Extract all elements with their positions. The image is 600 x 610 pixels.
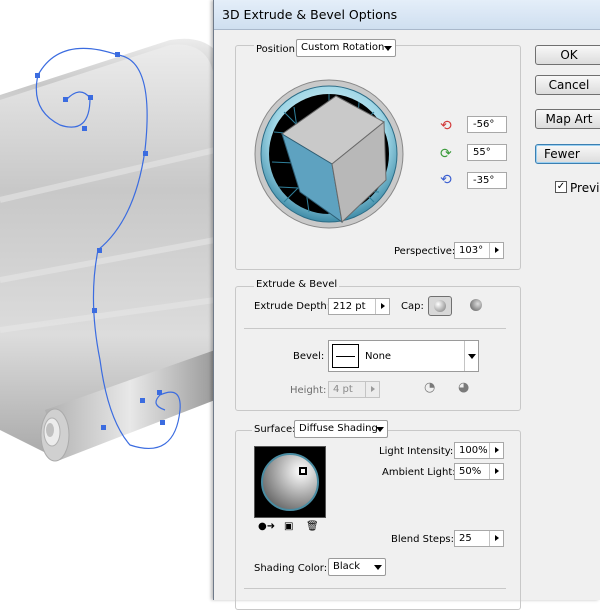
height-value: 4 pt xyxy=(333,384,353,395)
perspective-input[interactable]: 103° xyxy=(454,242,504,259)
perspective-label: Perspective: xyxy=(394,246,456,257)
z-rotation-value: -35° xyxy=(473,175,495,186)
perspective-value: 103° xyxy=(459,245,484,256)
extrude-depth-label: Extrude Depth: xyxy=(254,301,331,312)
bevel-out-icon[interactable]: ◔ xyxy=(424,380,442,398)
new-light-icon[interactable]: ▣ xyxy=(284,521,293,532)
bevel-value: None xyxy=(365,351,392,362)
bevel-dropdown[interactable]: None xyxy=(328,340,479,372)
y-rotation-value: 55° xyxy=(473,147,491,158)
fewer-options-button[interactable]: Fewer Opt xyxy=(535,144,600,164)
shading-color-dropdown[interactable]: Black xyxy=(328,558,386,576)
lighting-sphere-box[interactable] xyxy=(254,446,326,518)
delete-light-icon[interactable]: 🗑 xyxy=(306,521,319,532)
lighting-sphere xyxy=(261,453,319,511)
ambient-light-label: Ambient Light: xyxy=(382,467,456,478)
chevron-right-icon[interactable] xyxy=(489,531,503,546)
ambient-light-input[interactable]: 50% xyxy=(454,463,504,480)
x-rotation-input[interactable]: -56° xyxy=(467,116,507,133)
ok-button[interactable]: OK xyxy=(535,45,600,65)
light-intensity-input[interactable]: 100% xyxy=(454,442,504,459)
map-art-button[interactable]: Map Art xyxy=(535,109,600,129)
y-rotation-icon: ⟳ xyxy=(440,146,452,162)
chevron-right-icon[interactable] xyxy=(489,443,503,458)
cap-on-icon xyxy=(434,300,446,312)
position-label: Position: xyxy=(254,44,301,55)
extrude-depth-value: 212 pt xyxy=(333,301,366,312)
bevel-dropdown-arrow[interactable] xyxy=(464,341,478,371)
z-rotation-input[interactable]: -35° xyxy=(467,172,507,189)
rotation-trackball[interactable] xyxy=(254,72,404,232)
surface-dropdown[interactable]: Diffuse Shading xyxy=(294,420,388,438)
preview-label: Previe xyxy=(570,181,600,195)
cap-off-icon xyxy=(470,299,482,311)
scroll-artwork xyxy=(0,38,215,462)
blend-steps-input[interactable]: 25 xyxy=(454,530,504,547)
chevron-down-icon xyxy=(384,46,392,51)
bevel-in-icon[interactable]: ◕ xyxy=(458,380,476,398)
light-intensity-label: Light Intensity: xyxy=(379,446,454,457)
position-value: Custom Rotation xyxy=(301,42,385,53)
ambient-light-value: 50% xyxy=(459,466,482,477)
z-rotation-icon: ⟲ xyxy=(440,172,452,188)
surface-label: Surface: xyxy=(252,424,298,435)
chevron-right-icon[interactable] xyxy=(365,382,379,397)
shading-color-value: Black xyxy=(333,561,361,572)
chevron-down-icon xyxy=(376,427,384,432)
y-rotation-input[interactable]: 55° xyxy=(467,144,507,161)
surface-value: Diffuse Shading xyxy=(299,423,378,434)
dialog-title: 3D Extrude & Bevel Options xyxy=(222,7,398,22)
light-source-handle[interactable] xyxy=(299,467,307,475)
extrude-bevel-dialog: 3D Extrude & Bevel Options Position: Cus… xyxy=(213,0,600,610)
position-dropdown[interactable]: Custom Rotation xyxy=(296,39,396,57)
height-input[interactable]: 4 pt xyxy=(328,381,380,398)
extrude-section-label: Extrude & Bevel xyxy=(254,279,340,290)
chevron-down-icon xyxy=(374,565,382,570)
cancel-button[interactable]: Cancel xyxy=(535,75,600,95)
height-label: Height: xyxy=(290,385,327,396)
bevel-label: Bevel: xyxy=(293,351,325,362)
x-rotation-value: -56° xyxy=(473,119,495,130)
chevron-right-icon[interactable] xyxy=(489,464,503,479)
move-light-back-icon[interactable]: ●➜ xyxy=(258,521,275,532)
light-intensity-value: 100% xyxy=(459,445,488,456)
blend-steps-value: 25 xyxy=(459,533,472,544)
artboard[interactable] xyxy=(0,0,215,600)
cap-off-button[interactable] xyxy=(466,296,486,316)
separator xyxy=(244,588,506,589)
separator xyxy=(244,328,506,329)
bevel-preview xyxy=(332,344,359,368)
title-bar[interactable]: 3D Extrude & Bevel Options xyxy=(214,0,600,30)
shading-color-label: Shading Color: xyxy=(254,563,328,574)
cap-label: Cap: xyxy=(401,301,424,312)
blend-steps-label: Blend Steps: xyxy=(391,534,455,545)
x-rotation-icon: ⟲ xyxy=(440,118,452,134)
preview-checkbox[interactable]: ✓ xyxy=(555,181,567,193)
cap-on-button[interactable] xyxy=(428,296,452,316)
chevron-right-icon[interactable] xyxy=(489,243,503,258)
chevron-right-icon[interactable] xyxy=(375,299,389,314)
extrude-depth-input[interactable]: 212 pt xyxy=(328,298,390,315)
chevron-down-icon xyxy=(468,354,476,359)
